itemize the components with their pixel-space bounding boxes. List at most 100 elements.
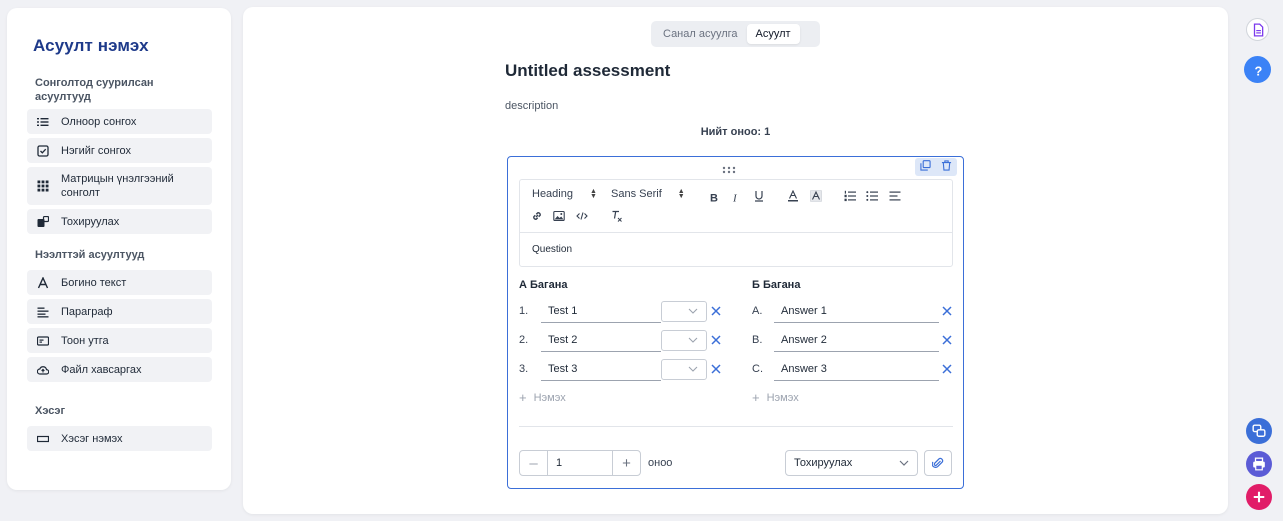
text-a-icon	[37, 276, 49, 289]
font-select-label: Sans Serif	[611, 188, 662, 200]
column-b-title: Б Багана	[752, 279, 801, 291]
sidebar-item-label: Файл хавсаргах	[61, 363, 142, 376]
remove-row-icon[interactable]	[709, 334, 722, 347]
sidebar-item-label: Олноор сонгох	[61, 115, 137, 128]
mode-toggle: Санал асуулга Асуулт	[651, 21, 820, 47]
remove-row-icon[interactable]	[940, 305, 953, 318]
font-select[interactable]: Sans Serif ▲ ▼	[611, 188, 685, 200]
question-type-value: Тохируулах	[794, 457, 853, 469]
code-icon[interactable]	[575, 209, 589, 223]
printer-icon	[1253, 457, 1265, 471]
add-button[interactable]	[1246, 484, 1272, 510]
svg-text:B: B	[710, 193, 718, 204]
increment-button[interactable]: +	[612, 451, 640, 475]
divider	[519, 426, 953, 427]
column-b-input[interactable]: Answer 2	[774, 328, 939, 352]
delete-icon[interactable]	[941, 160, 952, 174]
chat-icon	[1252, 424, 1266, 437]
decrement-button[interactable]: –	[520, 451, 548, 475]
assessment-title[interactable]: Untitled assessment	[505, 61, 670, 81]
sidebar-item-add-section[interactable]: Хэсэг нэмэх	[27, 426, 212, 451]
sidebar-item-short-text[interactable]: Богино текст	[27, 270, 212, 295]
mode-survey-button[interactable]: Санал асуулга	[654, 24, 747, 44]
drag-handle-icon[interactable]	[722, 163, 736, 174]
sidebar-item-label: Параграф	[61, 305, 113, 318]
help-icon: ?	[1254, 63, 1262, 77]
bullet-list-icon[interactable]	[865, 189, 879, 203]
checkbox-icon	[37, 144, 49, 157]
italic-icon[interactable]: I	[729, 190, 743, 204]
print-button[interactable]	[1246, 451, 1272, 477]
column-a-input[interactable]: Test 1	[541, 299, 661, 323]
clear-format-icon[interactable]	[610, 209, 624, 223]
column-b-input[interactable]: Answer 3	[774, 357, 939, 381]
document-button[interactable]	[1246, 18, 1269, 41]
question-type-select[interactable]: Тохируулах	[785, 450, 918, 476]
updown-icon: ▲ ▼	[589, 188, 597, 200]
remove-row-icon[interactable]	[940, 363, 953, 376]
svg-text:?: ?	[1254, 63, 1262, 77]
row-marker: B.	[752, 334, 763, 346]
total-points: Нийт оноо: 1	[700, 126, 771, 138]
align-icon[interactable]	[888, 189, 902, 203]
match-select[interactable]	[661, 329, 707, 351]
grid-icon	[37, 180, 49, 192]
background-color-icon[interactable]	[809, 189, 823, 203]
match-icon	[37, 215, 49, 228]
row-marker: A.	[752, 305, 763, 317]
points-input[interactable]: 1	[548, 451, 612, 475]
duplicate-icon[interactable]	[920, 160, 931, 174]
remove-row-icon[interactable]	[709, 363, 722, 376]
sidebar-item-label: Тоон утга	[61, 334, 109, 347]
match-select[interactable]	[661, 358, 707, 380]
add-column-b-button[interactable]: + Нэмэх	[752, 390, 799, 405]
column-a-input[interactable]: Test 2	[541, 328, 661, 352]
question-text-input[interactable]: Question	[520, 233, 952, 266]
assessment-description[interactable]: description	[505, 100, 558, 112]
column-a-input[interactable]: Test 3	[541, 357, 661, 381]
row-marker: 3.	[519, 363, 529, 375]
points-label: оноо	[648, 457, 673, 469]
sidebar-item-label: Нэгийг сонгох	[61, 144, 132, 157]
link-icon[interactable]	[530, 209, 544, 223]
cloud-upload-icon	[37, 364, 49, 376]
svg-text:I: I	[732, 193, 738, 204]
chevron-down-icon	[688, 337, 698, 343]
sidebar-item-label: Матрицын үнэлгээний сонголт	[61, 173, 174, 199]
document-icon	[1253, 23, 1263, 36]
underline-icon[interactable]	[752, 189, 766, 203]
image-icon[interactable]	[552, 209, 566, 223]
column-b-input[interactable]: Answer 1	[774, 299, 939, 323]
sidebar-item-matching[interactable]: Тохируулах	[27, 209, 212, 234]
sidebar-item-multiple-choice[interactable]: Олноор сонгох	[27, 109, 212, 134]
sidebar-title: Асуулт нэмэх	[33, 36, 149, 55]
match-select[interactable]	[661, 300, 707, 322]
heading-select-label: Heading	[532, 188, 573, 200]
sidebar-item-matrix-rating[interactable]: Матрицын үнэлгээний сонголт	[27, 167, 212, 205]
plus-icon: +	[752, 390, 760, 405]
preview-button[interactable]	[1246, 418, 1272, 444]
attach-button[interactable]	[924, 450, 952, 476]
remove-row-icon[interactable]	[709, 305, 722, 318]
assessment-editor: Санал асуулга Асуулт Untitled assessment…	[243, 7, 1228, 514]
text-color-icon[interactable]	[786, 189, 800, 203]
sidebar-item-paragraph[interactable]: Параграф	[27, 299, 212, 324]
question-editor: Heading ▲ ▼ Sans Serif ▲ ▼ B I Question	[519, 179, 953, 267]
sidebar-item-file-upload[interactable]: Файл хавсаргах	[27, 357, 212, 382]
help-button[interactable]: ?	[1244, 56, 1271, 83]
add-label: Нэмэх	[533, 391, 566, 404]
heading-select[interactable]: Heading ▲ ▼	[532, 188, 597, 200]
chevron-down-icon	[688, 308, 698, 314]
ordered-list-icon[interactable]	[843, 189, 857, 203]
sidebar-item-label: Тохируулах	[61, 215, 120, 228]
updown-icon: ▲ ▼	[677, 188, 685, 200]
add-column-a-button[interactable]: + Нэмэх	[519, 390, 566, 405]
column-a-row: 1. Test 1	[519, 299, 722, 323]
remove-row-icon[interactable]	[940, 334, 953, 347]
sidebar-item-number[interactable]: Тоон утга	[27, 328, 212, 353]
column-b-row: C. Answer 3	[752, 357, 953, 381]
bold-icon[interactable]: B	[707, 190, 721, 204]
section-title-open: Нээлттэй асуултууд	[35, 249, 145, 261]
mode-question-button[interactable]: Асуулт	[746, 24, 800, 44]
sidebar-item-single-choice[interactable]: Нэгийг сонгох	[27, 138, 212, 163]
